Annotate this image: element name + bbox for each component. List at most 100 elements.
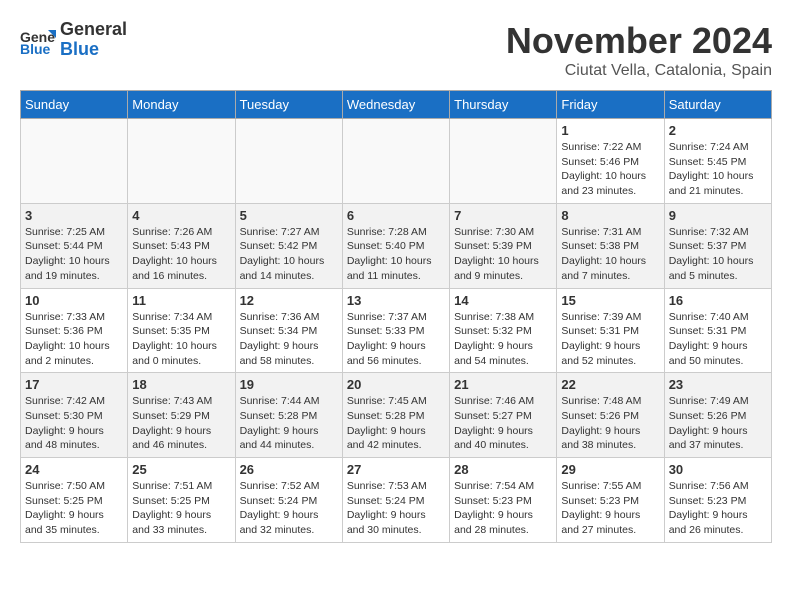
day-number: 16 [669, 293, 767, 308]
calendar-cell: 6Sunrise: 7:28 AMSunset: 5:40 PMDaylight… [342, 203, 449, 288]
day-number: 24 [25, 462, 123, 477]
calendar-cell: 11Sunrise: 7:34 AMSunset: 5:35 PMDayligh… [128, 288, 235, 373]
day-number: 18 [132, 377, 230, 392]
day-number: 10 [25, 293, 123, 308]
calendar-week-row: 24 Sunrise: 7:50 AMSunset: 5:25 PMDayligh… [21, 458, 772, 543]
calendar-cell: 14 Sunrise: 7:38 AMSunset: 5:32 PMDayligh… [450, 288, 557, 373]
day-number: 21 [454, 377, 552, 392]
day-number: 2 [669, 123, 767, 138]
day-number: 3 [25, 208, 123, 223]
day-info: Sunrise: 7:24 AMSunset: 5:45 PMDaylight:… [669, 140, 767, 199]
calendar-cell: 5 Sunrise: 7:27 AMSunset: 5:42 PMDaylight… [235, 203, 342, 288]
calendar-cell: 30 Sunrise: 7:56 AMSunset: 5:23 PMDayligh… [664, 458, 771, 543]
calendar-cell [21, 119, 128, 204]
calendar-cell: 19 Sunrise: 7:44 AMSunset: 5:28 PMDayligh… [235, 373, 342, 458]
day-number: 11 [132, 293, 230, 308]
day-info: Sunrise: 7:51 AMSunset: 5:25 PMDaylight:… [132, 479, 230, 538]
calendar-week-row: 10 Sunrise: 7:33 AMSunset: 5:36 PMDayligh… [21, 288, 772, 373]
day-number: 19 [240, 377, 338, 392]
day-number: 27 [347, 462, 445, 477]
weekday-header: Thursday [450, 91, 557, 119]
day-info: Sunrise: 7:49 AMSunset: 5:26 PMDaylight:… [669, 394, 767, 453]
day-number: 17 [25, 377, 123, 392]
calendar-cell: 12 Sunrise: 7:36 AMSunset: 5:34 PMDayligh… [235, 288, 342, 373]
day-info: Sunrise: 7:22 AMSunset: 5:46 PMDaylight:… [561, 140, 659, 199]
weekday-header: Wednesday [342, 91, 449, 119]
location-title: Ciutat Vella, Catalonia, Spain [506, 62, 772, 80]
day-info: Sunrise: 7:25 AMSunset: 5:44 PMDaylight:… [25, 225, 123, 284]
day-info: Sunrise: 7:48 AMSunset: 5:26 PMDaylight:… [561, 394, 659, 453]
weekday-header: Monday [128, 91, 235, 119]
calendar-cell: 26Sunrise: 7:52 AMSunset: 5:24 PMDayligh… [235, 458, 342, 543]
day-info: Sunrise: 7:42 AMSunset: 5:30 PMDaylight:… [25, 394, 123, 453]
day-info: Sunrise: 7:33 AMSunset: 5:36 PMDaylight:… [25, 310, 123, 369]
day-info: Sunrise: 7:46 AMSunset: 5:27 PMDaylight:… [454, 394, 552, 453]
calendar-cell [128, 119, 235, 204]
calendar: SundayMondayTuesdayWednesdayThursdayFrid… [20, 90, 772, 543]
day-info: Sunrise: 7:32 AMSunset: 5:37 PMDaylight:… [669, 225, 767, 284]
day-number: 15 [561, 293, 659, 308]
day-number: 13 [347, 293, 445, 308]
calendar-cell: 1 Sunrise: 7:22 AMSunset: 5:46 PMDaylight… [557, 119, 664, 204]
calendar-cell: 3 Sunrise: 7:25 AMSunset: 5:44 PMDaylight… [21, 203, 128, 288]
calendar-cell: 16 Sunrise: 7:40 AMSunset: 5:31 PMDayligh… [664, 288, 771, 373]
day-info: Sunrise: 7:37 AMSunset: 5:33 PMDaylight:… [347, 310, 445, 369]
calendar-cell: 15Sunrise: 7:39 AMSunset: 5:31 PMDayligh… [557, 288, 664, 373]
day-info: Sunrise: 7:56 AMSunset: 5:23 PMDaylight:… [669, 479, 767, 538]
day-number: 4 [132, 208, 230, 223]
day-info: Sunrise: 7:36 AMSunset: 5:34 PMDaylight:… [240, 310, 338, 369]
day-info: Sunrise: 7:40 AMSunset: 5:31 PMDaylight:… [669, 310, 767, 369]
day-info: Sunrise: 7:44 AMSunset: 5:28 PMDaylight:… [240, 394, 338, 453]
day-number: 12 [240, 293, 338, 308]
day-info: Sunrise: 7:54 AMSunset: 5:23 PMDaylight:… [454, 479, 552, 538]
calendar-cell: 21 Sunrise: 7:46 AMSunset: 5:27 PMDayligh… [450, 373, 557, 458]
weekday-header-row: SundayMondayTuesdayWednesdayThursdayFrid… [21, 91, 772, 119]
calendar-cell: 17 Sunrise: 7:42 AMSunset: 5:30 PMDayligh… [21, 373, 128, 458]
day-number: 25 [132, 462, 230, 477]
day-info: Sunrise: 7:30 AMSunset: 5:39 PMDaylight:… [454, 225, 552, 284]
weekday-header: Saturday [664, 91, 771, 119]
calendar-cell: 23 Sunrise: 7:49 AMSunset: 5:26 PMDayligh… [664, 373, 771, 458]
calendar-cell [235, 119, 342, 204]
weekday-header: Tuesday [235, 91, 342, 119]
weekday-header: Friday [557, 91, 664, 119]
day-info: Sunrise: 7:53 AMSunset: 5:24 PMDaylight:… [347, 479, 445, 538]
logo-icon: General Blue [20, 22, 56, 58]
day-number: 5 [240, 208, 338, 223]
calendar-cell: 25 Sunrise: 7:51 AMSunset: 5:25 PMDayligh… [128, 458, 235, 543]
logo-line1: General [60, 20, 127, 40]
calendar-cell: 10 Sunrise: 7:33 AMSunset: 5:36 PMDayligh… [21, 288, 128, 373]
calendar-cell: 13 Sunrise: 7:37 AMSunset: 5:33 PMDayligh… [342, 288, 449, 373]
calendar-cell: 28 Sunrise: 7:54 AMSunset: 5:23 PMDayligh… [450, 458, 557, 543]
day-info: Sunrise: 7:38 AMSunset: 5:32 PMDaylight:… [454, 310, 552, 369]
logo: General Blue General Blue [20, 20, 127, 60]
calendar-cell: 20Sunrise: 7:45 AMSunset: 5:28 PMDayligh… [342, 373, 449, 458]
day-number: 23 [669, 377, 767, 392]
day-info: Sunrise: 7:27 AMSunset: 5:42 PMDaylight:… [240, 225, 338, 284]
day-number: 28 [454, 462, 552, 477]
day-info: Sunrise: 7:50 AMSunset: 5:25 PMDaylight:… [25, 479, 123, 538]
weekday-header: Sunday [21, 91, 128, 119]
day-number: 1 [561, 123, 659, 138]
calendar-cell: 7 Sunrise: 7:30 AMSunset: 5:39 PMDaylight… [450, 203, 557, 288]
calendar-week-row: 3 Sunrise: 7:25 AMSunset: 5:44 PMDaylight… [21, 203, 772, 288]
day-info: Sunrise: 7:26 AMSunset: 5:43 PMDaylight:… [132, 225, 230, 284]
day-number: 6 [347, 208, 445, 223]
title-area: November 2024 Ciutat Vella, Catalonia, S… [506, 20, 772, 80]
day-number: 30 [669, 462, 767, 477]
day-number: 14 [454, 293, 552, 308]
svg-text:Blue: Blue [20, 41, 51, 57]
day-info: Sunrise: 7:43 AMSunset: 5:29 PMDaylight:… [132, 394, 230, 453]
header: General Blue General Blue November 2024 … [20, 20, 772, 80]
day-number: 7 [454, 208, 552, 223]
calendar-cell: 4 Sunrise: 7:26 AMSunset: 5:43 PMDaylight… [128, 203, 235, 288]
day-number: 20 [347, 377, 445, 392]
calendar-cell: 29Sunrise: 7:55 AMSunset: 5:23 PMDayligh… [557, 458, 664, 543]
day-info: Sunrise: 7:52 AMSunset: 5:24 PMDaylight:… [240, 479, 338, 538]
day-number: 29 [561, 462, 659, 477]
calendar-cell: 24 Sunrise: 7:50 AMSunset: 5:25 PMDayligh… [21, 458, 128, 543]
month-title: November 2024 [506, 20, 772, 62]
day-info: Sunrise: 7:31 AMSunset: 5:38 PMDaylight:… [561, 225, 659, 284]
day-number: 8 [561, 208, 659, 223]
logo-line2: Blue [60, 40, 127, 60]
